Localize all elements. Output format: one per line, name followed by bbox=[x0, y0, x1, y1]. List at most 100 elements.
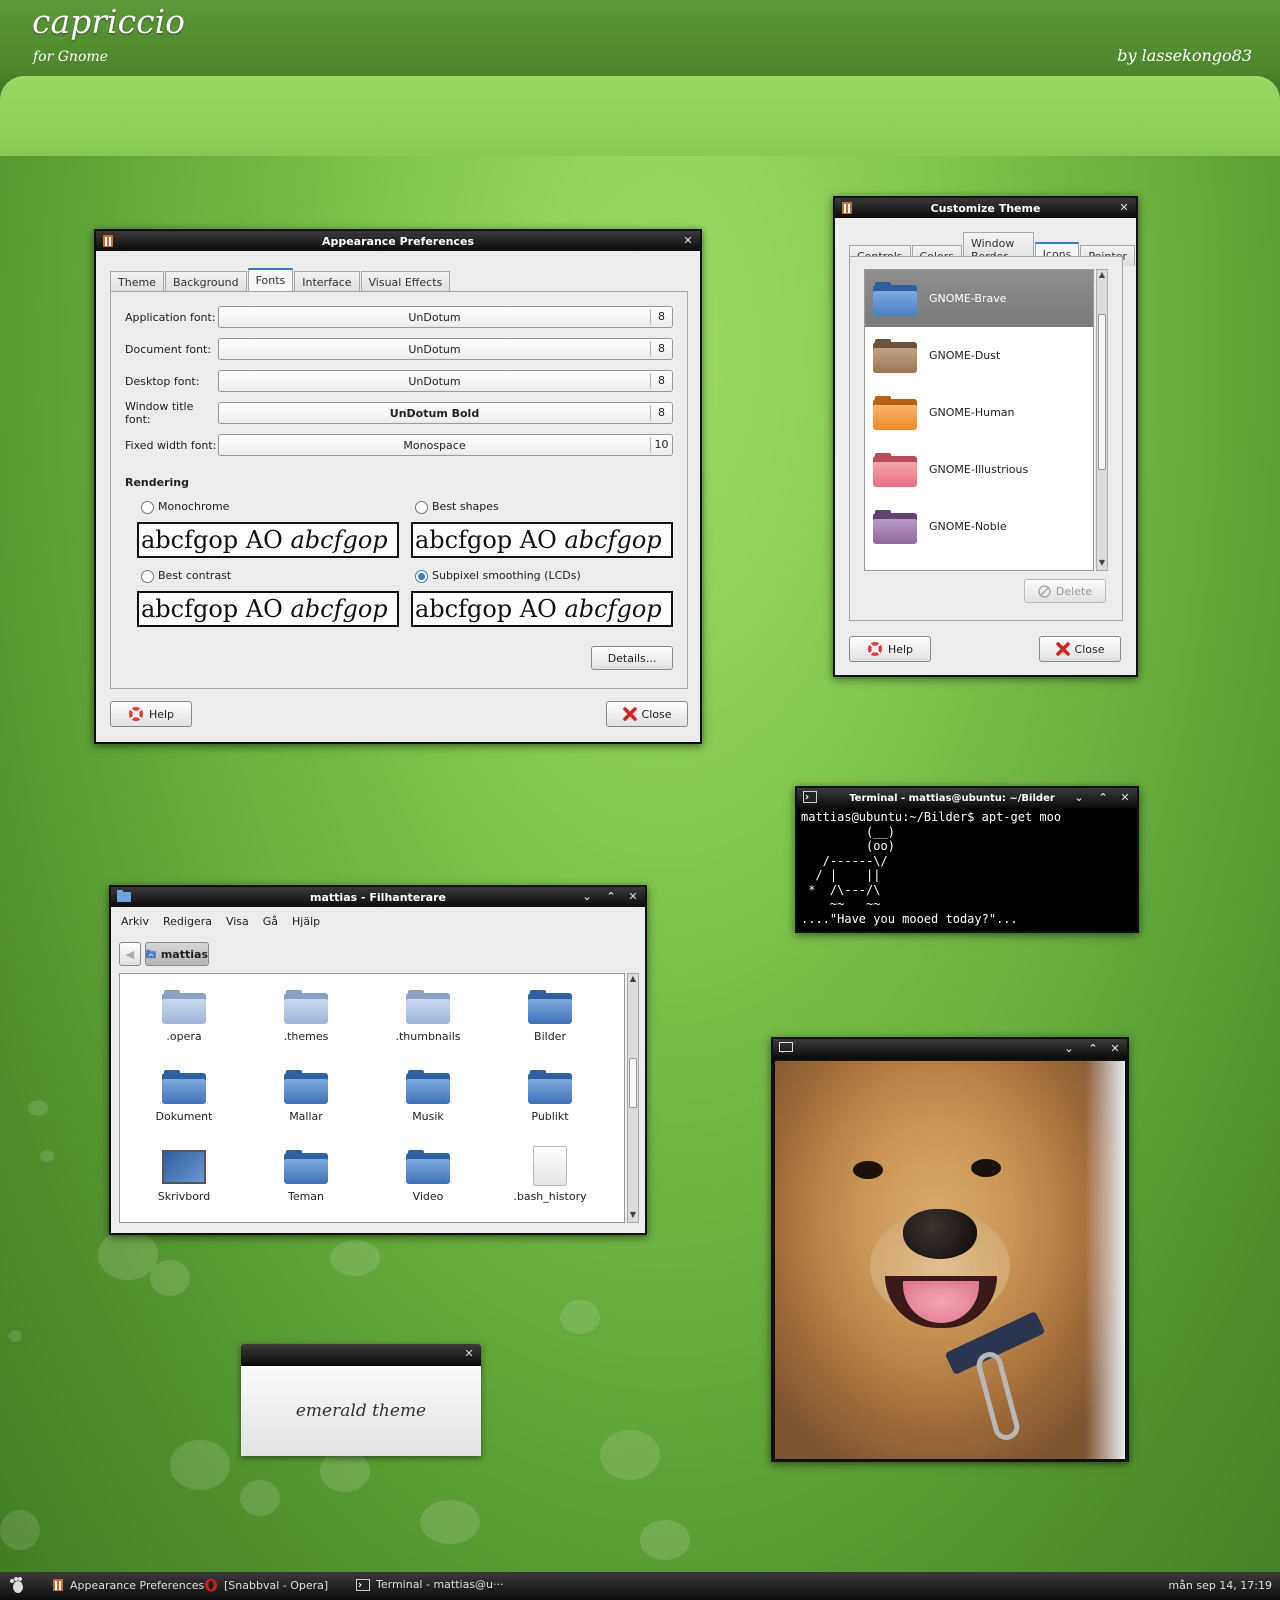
dog-photo bbox=[775, 1061, 1125, 1459]
image-viewer-titlebar[interactable]: ⌄ ⌃ ✕ bbox=[773, 1039, 1127, 1059]
list-item[interactable]: GNOME-Dust bbox=[865, 327, 1093, 384]
gnome-menu-button[interactable] bbox=[8, 1576, 26, 1594]
tab-interface[interactable]: Interface bbox=[294, 271, 360, 292]
scroll-up-icon[interactable]: ▲ bbox=[1097, 270, 1107, 282]
desktop-top-curve bbox=[0, 76, 1280, 156]
file-item-video[interactable]: Video bbox=[378, 1150, 478, 1203]
minimize-icon[interactable]: ⌄ bbox=[1061, 1041, 1077, 1057]
tab-theme[interactable]: Theme bbox=[110, 271, 164, 292]
folder-icon bbox=[162, 990, 206, 1024]
close-red-x-icon bbox=[1055, 642, 1070, 656]
file-manager-titlebar[interactable]: mattias - Filhanterare ⌄ ⌃ ✕ bbox=[111, 887, 645, 907]
option-label: Best shapes bbox=[432, 500, 499, 513]
minimize-icon[interactable]: ⌄ bbox=[1071, 790, 1087, 806]
option-label: Monochrome bbox=[158, 500, 230, 513]
file-item-bash-history[interactable]: .bash_history bbox=[500, 1146, 600, 1203]
tab-visual-effects[interactable]: Visual Effects bbox=[360, 271, 451, 292]
file-label: Publikt bbox=[531, 1110, 569, 1123]
menu-item-ga[interactable]: Gå bbox=[263, 915, 278, 928]
appearance-titlebar[interactable]: Appearance Preferences ✕ bbox=[96, 231, 700, 251]
file-view[interactable]: .opera .themes .thumbnails Bilder Dokume… bbox=[119, 973, 625, 1223]
file-item-opera[interactable]: .opera bbox=[134, 990, 234, 1043]
folder-icon bbox=[873, 281, 917, 316]
terminal-titlebar[interactable]: Terminal - mattias@ubuntu: ~/Bilder ⌄ ⌃ … bbox=[797, 788, 1137, 808]
list-item[interactable]: GNOME-Noble bbox=[865, 498, 1093, 555]
font-size: 8 bbox=[650, 310, 672, 324]
help-button[interactable]: Help bbox=[110, 701, 192, 727]
tab-background[interactable]: Background bbox=[164, 271, 247, 292]
scrollbar-thumb[interactable] bbox=[629, 1058, 637, 1108]
window-title-font-button[interactable]: UnDotum Bold 8 bbox=[218, 402, 673, 424]
terminal-output[interactable]: mattias@ubuntu:~/Bilder$ apt-get moo (__… bbox=[797, 808, 1137, 928]
menu-item-redigera[interactable]: Redigera bbox=[163, 915, 212, 928]
terminal-window: Terminal - mattias@ubuntu: ~/Bilder ⌄ ⌃ … bbox=[795, 786, 1139, 933]
list-item[interactable]: GNOME-Human bbox=[865, 384, 1093, 441]
menu-item-hjalp[interactable]: Hjälp bbox=[292, 915, 320, 928]
customize-app-icon bbox=[841, 201, 853, 215]
sample-italic-text: abcfgop bbox=[290, 526, 388, 554]
sample-plain-text: abcfgop AO bbox=[415, 526, 557, 554]
maximize-icon[interactable]: ⌃ bbox=[603, 889, 619, 905]
scroll-down-icon[interactable]: ▼ bbox=[628, 1210, 638, 1222]
taskbar-item-appearance[interactable]: Appearance Preferences bbox=[52, 1578, 204, 1592]
maximize-icon[interactable]: ⌃ bbox=[1095, 790, 1111, 806]
file-item-dokument[interactable]: Dokument bbox=[134, 1070, 234, 1123]
terminal-line: ...."Have you mooed today?"... bbox=[801, 911, 1018, 926]
scroll-down-icon[interactable]: ▼ bbox=[1097, 558, 1107, 570]
close-icon[interactable]: ✕ bbox=[1107, 1041, 1123, 1057]
tab-fonts[interactable]: Fonts bbox=[247, 268, 294, 293]
close-button[interactable]: Close bbox=[1039, 636, 1121, 662]
dog-nose bbox=[903, 1209, 977, 1259]
bokeh-bubble bbox=[8, 1330, 22, 1342]
minimize-icon[interactable]: ⌄ bbox=[579, 889, 595, 905]
fixed-width-font-button[interactable]: Monospace 10 bbox=[218, 434, 673, 456]
close-icon[interactable]: ✕ bbox=[461, 1346, 477, 1362]
application-font-button[interactable]: UnDotum 8 bbox=[218, 306, 673, 328]
file-item-musik[interactable]: Musik bbox=[378, 1070, 478, 1123]
scroll-up-icon[interactable]: ▲ bbox=[628, 974, 638, 986]
scrollbar-thumb[interactable] bbox=[1098, 314, 1106, 470]
close-icon[interactable]: ✕ bbox=[1116, 200, 1132, 216]
monochrome-option[interactable]: Monochrome bbox=[141, 500, 229, 514]
close-button[interactable]: Close bbox=[606, 701, 688, 727]
customize-titlebar[interactable]: Customize Theme ✕ bbox=[835, 198, 1136, 218]
appearance-window-title: Appearance Preferences bbox=[321, 234, 475, 248]
terminal-line: (__) bbox=[801, 824, 895, 839]
taskbar-item-opera[interactable]: [Snabbval - Opera] bbox=[204, 1578, 328, 1592]
file-item-bilder[interactable]: Bilder bbox=[500, 990, 600, 1043]
close-icon[interactable]: ✕ bbox=[680, 233, 696, 249]
theme-list-scrollbar[interactable]: ▲ ▼ bbox=[1096, 269, 1108, 571]
emerald-titlebar[interactable]: ✕ bbox=[241, 1344, 481, 1366]
subpixel-smoothing-option[interactable]: Subpixel smoothing (LCDs) bbox=[415, 569, 581, 583]
delete-button[interactable]: Delete bbox=[1024, 579, 1106, 603]
font-row-fixed-width: Fixed width font: Monospace 10 bbox=[125, 434, 673, 456]
help-button[interactable]: Help bbox=[849, 636, 931, 662]
bokeh-bubble bbox=[150, 1260, 190, 1296]
wallpaper-author: by lassekongo83 bbox=[1117, 46, 1252, 65]
terminal-line: mattias@ubuntu:~/Bilder$ apt-get moo bbox=[801, 810, 1062, 824]
clock[interactable]: mån sep 14, 17:19 bbox=[1168, 1579, 1272, 1592]
list-item[interactable]: GNOME-Illustrious bbox=[865, 441, 1093, 498]
wallpaper-title: capriccio bbox=[32, 2, 185, 41]
file-item-themes[interactable]: .themes bbox=[256, 990, 356, 1043]
desktop-font-button[interactable]: UnDotum 8 bbox=[218, 370, 673, 392]
list-item[interactable]: GNOME-Brave bbox=[865, 270, 1093, 327]
close-icon[interactable]: ✕ bbox=[1117, 790, 1133, 806]
file-item-teman[interactable]: Teman bbox=[256, 1150, 356, 1203]
details-button[interactable]: Details... bbox=[591, 646, 673, 670]
taskbar-item-terminal[interactable]: Terminal - mattias@u··· bbox=[356, 1578, 504, 1591]
file-item-thumbnails[interactable]: .thumbnails bbox=[378, 990, 478, 1043]
file-view-scrollbar[interactable]: ▲ ▼ bbox=[627, 973, 639, 1223]
file-item-mallar[interactable]: Mallar bbox=[256, 1070, 356, 1123]
best-shapes-option[interactable]: Best shapes bbox=[415, 500, 499, 514]
back-button[interactable]: ◀ bbox=[119, 942, 141, 966]
close-icon[interactable]: ✕ bbox=[625, 889, 641, 905]
location-button-mattias[interactable]: mattias bbox=[145, 942, 209, 966]
file-item-skrivbord[interactable]: Skrivbord bbox=[134, 1150, 234, 1203]
file-item-publikt[interactable]: Publikt bbox=[500, 1070, 600, 1123]
maximize-icon[interactable]: ⌃ bbox=[1085, 1041, 1101, 1057]
document-font-button[interactable]: UnDotum 8 bbox=[218, 338, 673, 360]
best-contrast-option[interactable]: Best contrast bbox=[141, 569, 231, 583]
menu-item-visa[interactable]: Visa bbox=[226, 915, 249, 928]
menu-item-arkiv[interactable]: Arkiv bbox=[121, 915, 149, 928]
